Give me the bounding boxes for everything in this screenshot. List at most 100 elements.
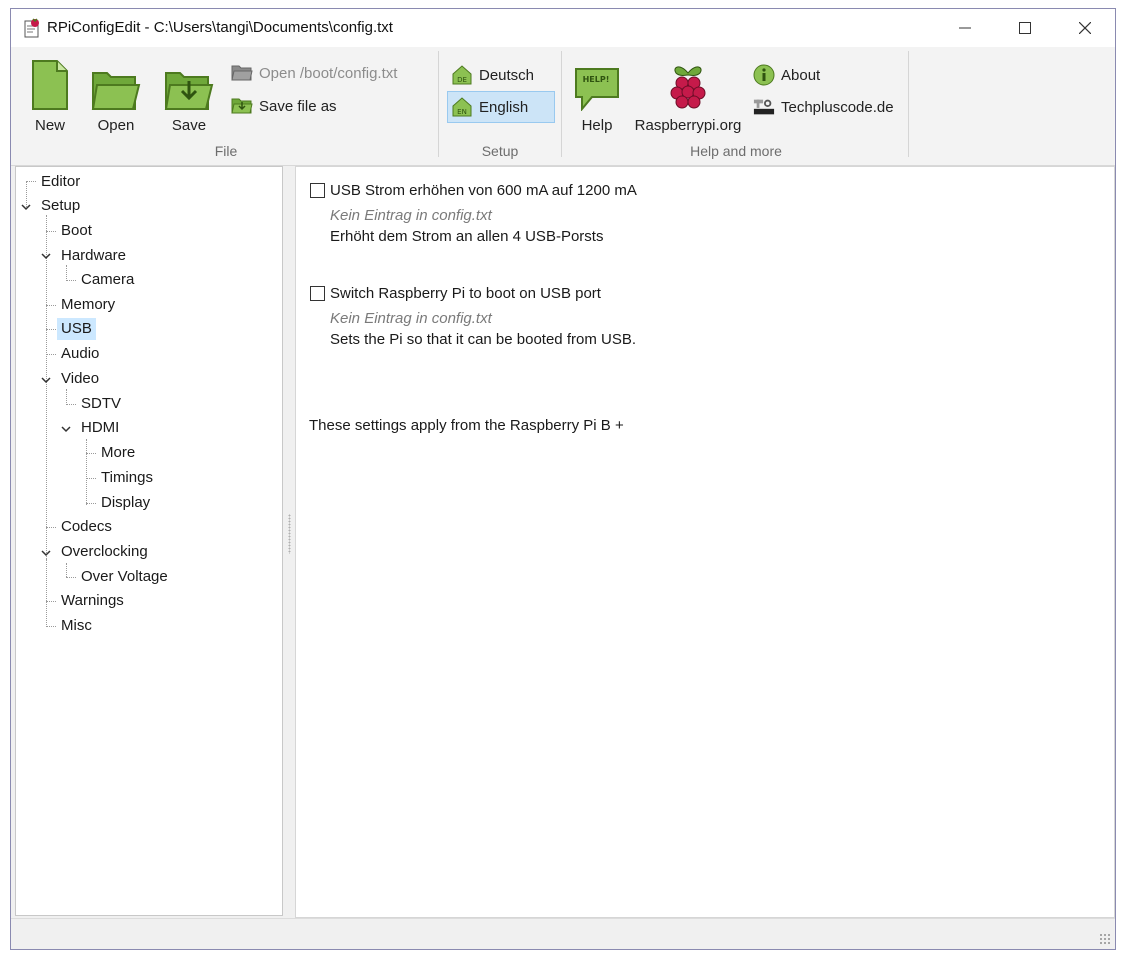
tree-item-boot[interactable]: Boot [57, 220, 96, 242]
save-file-as-button[interactable]: Save file as [231, 92, 337, 120]
english-label: English [479, 98, 529, 116]
setup-group-label: Setup [481, 143, 519, 159]
open-label: Open [97, 117, 135, 134]
chevron-down-icon[interactable] [20, 201, 32, 213]
english-button[interactable]: EN English [447, 91, 555, 123]
house-en-icon: EN [451, 96, 473, 118]
close-button[interactable] [1055, 9, 1115, 47]
svg-text:DE: DE [457, 76, 467, 84]
tree-connector [46, 626, 56, 627]
tree-connector [46, 527, 56, 528]
splitter-handle[interactable] [288, 514, 291, 554]
tree-item-setup[interactable]: Setup [37, 195, 84, 217]
app-window: RPiConfigEdit - C:\Users\tangi\Documents… [10, 8, 1116, 950]
new-file-icon [32, 60, 68, 110]
minimize-icon [959, 27, 971, 29]
tree-connector [66, 265, 67, 281]
tree-item-editor[interactable]: Editor [37, 171, 84, 193]
tree-connector [86, 478, 96, 479]
ribbon-separator [561, 51, 562, 157]
save-file-as-label: Save file as [259, 97, 337, 115]
house-de-icon: DE [451, 64, 473, 86]
minimize-button[interactable] [935, 9, 995, 47]
save-label: Save [171, 117, 207, 134]
close-icon [1079, 22, 1091, 34]
tree-item-over-voltage[interactable]: Over Voltage [77, 566, 172, 588]
tree-item-sdtv[interactable]: SDTV [77, 393, 125, 415]
open-folder-icon [91, 72, 141, 110]
tree-item-camera[interactable]: Camera [77, 269, 138, 291]
maximize-icon [1019, 22, 1031, 34]
svg-text:HELP!: HELP! [583, 75, 610, 84]
tree-item-display[interactable]: Display [97, 492, 154, 514]
tree-item-audio[interactable]: Audio [57, 343, 103, 365]
usb-boot-label[interactable]: Switch Raspberry Pi to boot on USB port [330, 285, 601, 302]
save-button[interactable]: Save [161, 55, 217, 141]
tree-connector [46, 559, 47, 627]
chevron-down-icon[interactable] [40, 374, 52, 386]
tree-item-hdmi[interactable]: HDMI [77, 417, 123, 439]
help-bubble-icon: HELP! [575, 68, 619, 112]
about-label: About [781, 66, 821, 84]
navigation-tree[interactable]: Editor Setup Boot Hardware Camera Memory… [15, 166, 283, 916]
help-group-label: Help and more [690, 143, 782, 159]
tree-item-usb[interactable]: USB [57, 318, 96, 340]
tree-connector [46, 231, 56, 232]
settings-panel: USB Strom erhöhen von 600 mA auf 1200 mA… [295, 166, 1115, 918]
open-boot-config-label: Open /boot/config.txt [259, 64, 398, 82]
usb-current-checkbox[interactable] [310, 183, 325, 198]
tree-item-memory[interactable]: Memory [57, 294, 119, 316]
save-as-icon [231, 95, 253, 117]
tree-item-more[interactable]: More [97, 442, 139, 464]
save-folder-icon [164, 72, 214, 110]
ribbon-separator [438, 51, 439, 157]
title-bar[interactable]: RPiConfigEdit - C:\Users\tangi\Documents… [11, 9, 1115, 47]
open-boot-config-button[interactable]: Open /boot/config.txt [231, 59, 397, 87]
maximize-button[interactable] [995, 9, 1055, 47]
window-title: RPiConfigEdit - C:\Users\tangi\Documents… [47, 19, 393, 36]
status-bar [11, 918, 1115, 949]
chevron-down-icon[interactable] [40, 547, 52, 559]
resize-grip[interactable] [1099, 933, 1111, 945]
deutsch-button[interactable]: DE Deutsch [449, 61, 557, 89]
tree-connector [86, 503, 96, 504]
file-group-label: File [214, 143, 238, 159]
tree-connector [66, 577, 76, 578]
tree-connector [86, 453, 96, 454]
about-button[interactable]: About [753, 61, 820, 89]
tree-item-video[interactable]: Video [57, 368, 103, 390]
raspberrypi-org-button[interactable]: Raspberrypi.org [631, 55, 745, 141]
svg-text:EN: EN [457, 108, 467, 116]
chevron-down-icon[interactable] [40, 250, 52, 262]
folder-boot-icon [231, 62, 253, 84]
help-button[interactable]: HELP! Help [571, 55, 623, 141]
tree-connector [66, 404, 76, 405]
usb-boot-checkbox[interactable] [310, 286, 325, 301]
tree-item-hardware[interactable]: Hardware [57, 245, 130, 267]
tree-connector [46, 354, 56, 355]
usb-current-label[interactable]: USB Strom erhöhen von 600 mA auf 1200 mA [330, 182, 637, 199]
chevron-down-icon[interactable] [60, 423, 72, 435]
tree-item-overclocking[interactable]: Overclocking [57, 541, 152, 563]
techpluscode-button[interactable]: Techpluscode.de [753, 93, 894, 121]
usb-boot-status: Kein Eintrag in config.txt [330, 310, 492, 327]
new-label: New [34, 117, 65, 134]
tree-connector [66, 563, 67, 577]
tree-connector [46, 305, 56, 306]
tree-connector [66, 280, 76, 281]
tree-connector [46, 329, 56, 330]
tree-item-misc[interactable]: Misc [57, 615, 96, 637]
raspberrypi-org-label: Raspberrypi.org [634, 117, 742, 134]
app-icon [24, 18, 39, 38]
raspberry-pi-logo-icon [670, 66, 706, 109]
help-label: Help [581, 117, 613, 134]
ribbon-toolbar: New Open Save Open /boot/config.txt Save… [11, 47, 1115, 166]
tree-item-timings[interactable]: Timings [97, 467, 157, 489]
new-button[interactable]: New [25, 55, 75, 141]
tree-item-codecs[interactable]: Codecs [57, 516, 116, 538]
open-button[interactable]: Open [89, 55, 143, 141]
ribbon-separator [908, 51, 909, 157]
tree-connector [46, 601, 56, 602]
techpluscode-label: Techpluscode.de [781, 98, 894, 116]
tree-item-warnings[interactable]: Warnings [57, 590, 128, 612]
